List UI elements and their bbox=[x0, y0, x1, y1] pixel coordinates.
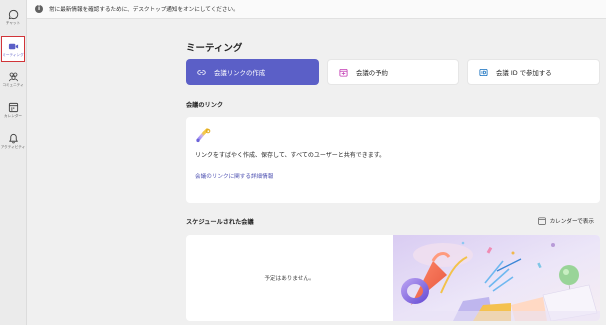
view-in-calendar-button[interactable]: カレンダーで表示 bbox=[537, 217, 594, 225]
scheduled-meetings-heading: スケジュールされた会議 bbox=[186, 219, 254, 226]
rail-label-chat: チャット bbox=[5, 20, 21, 25]
info-icon: i bbox=[35, 5, 43, 13]
rail-label-activity: アクティビティ bbox=[0, 144, 26, 149]
rail-item-community[interactable]: コミュニティ bbox=[1, 66, 25, 92]
create-meeting-link-label: 会議リンクの作成 bbox=[214, 68, 266, 77]
paperclip-link-icon bbox=[196, 128, 211, 143]
meeting-id-icon bbox=[479, 68, 488, 76]
schedule-meeting-button[interactable]: 会議の予約 bbox=[327, 59, 459, 85]
calendar-add-icon bbox=[339, 68, 348, 77]
bell-icon bbox=[8, 133, 18, 144]
meeting-links-heading: 会議のリンク bbox=[186, 102, 224, 109]
rail-label-calendar: カレンダー bbox=[4, 113, 22, 118]
scheduled-meetings-card: 予定はありません。 bbox=[186, 235, 600, 321]
rail-item-calendar[interactable]: カレンダー bbox=[1, 97, 25, 123]
rail-label-meet: ミーティング bbox=[2, 52, 24, 57]
calendar-icon bbox=[8, 102, 18, 112]
meet-main: ミーティング 会議リンクの作成 会議の予約 会議 ID で参加する 会議のリンク bbox=[186, 18, 600, 325]
community-icon bbox=[8, 72, 18, 81]
rail-label-community: コミュニティ bbox=[2, 82, 24, 87]
banner-text: 常に最新情報を確認するために、デスクトップ通知をオンにしてください。 bbox=[49, 7, 239, 13]
schedule-meeting-label: 会議の予約 bbox=[356, 68, 388, 77]
link-icon bbox=[197, 69, 206, 75]
join-with-id-label: 会議 ID で参加する bbox=[496, 68, 552, 77]
join-with-id-button[interactable]: 会議 ID で参加する bbox=[467, 59, 600, 85]
create-meeting-link-button[interactable]: 会議リンクの作成 bbox=[186, 59, 319, 85]
chat-icon bbox=[8, 9, 18, 19]
page-title: ミーティング bbox=[186, 43, 243, 54]
app-rail: チャット ミーティング コミュニティ カレンダー アクティビティ bbox=[0, 0, 27, 325]
meeting-links-card: リンクをすばやく作成、保存して、すべてのユーザーと共有できます。 会議のリンクに… bbox=[186, 117, 600, 203]
rail-item-activity[interactable]: アクティビティ bbox=[1, 128, 25, 154]
meeting-links-description: リンクをすばやく作成、保存して、すべてのユーザーと共有できます。 bbox=[195, 152, 386, 159]
rail-item-meet[interactable]: ミーティング bbox=[1, 36, 25, 62]
notification-banner: i 常に最新情報を確認するために、デスクトップ通知をオンにしてください。 bbox=[27, 0, 606, 19]
view-in-calendar-label: カレンダーで表示 bbox=[549, 219, 594, 225]
rail-item-chat[interactable]: チャット bbox=[1, 4, 25, 30]
video-camera-icon bbox=[8, 43, 18, 49]
no-meetings-text: 予定はありません。 bbox=[264, 276, 315, 282]
celebration-illustration bbox=[393, 235, 600, 321]
calendar-icon bbox=[537, 217, 546, 225]
meeting-links-learn-more[interactable]: 会議のリンクに関する詳細情報 bbox=[195, 172, 273, 180]
